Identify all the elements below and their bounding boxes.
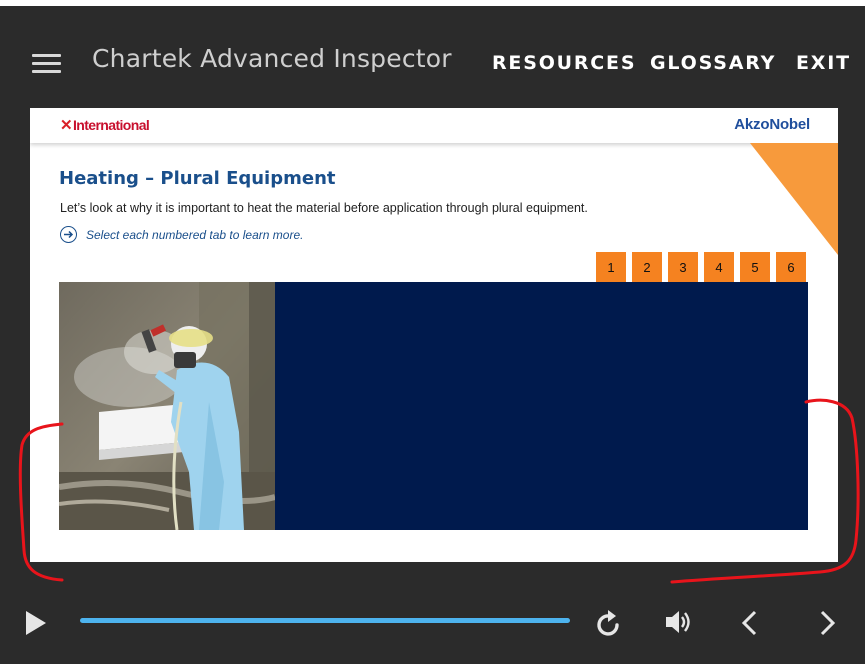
instruction: Select each numbered tab to learn more. (60, 226, 303, 243)
worker-spraying-photo (59, 282, 275, 530)
slide-description: Let’s look at why it is important to hea… (60, 201, 588, 215)
corner-decoration (750, 143, 838, 255)
tab-1[interactable]: 1 (596, 252, 626, 282)
slide-header: ✕International AkzoNobel (30, 108, 838, 143)
exit-link[interactable]: EXIT (796, 52, 851, 74)
tab-3[interactable]: 3 (668, 252, 698, 282)
slide-title: Heating – Plural Equipment (59, 168, 336, 189)
numbered-tabs: 1 2 3 4 5 6 (596, 252, 806, 282)
menu-icon[interactable] (32, 54, 62, 74)
international-logo: ✕International (60, 117, 150, 134)
tab-6[interactable]: 6 (776, 252, 806, 282)
instruction-text: Select each numbered tab to learn more. (86, 227, 304, 242)
previous-icon[interactable] (739, 609, 759, 642)
replay-icon[interactable] (596, 609, 622, 642)
tab-2[interactable]: 2 (632, 252, 662, 282)
resources-link[interactable]: RESOURCES (492, 52, 636, 74)
tab-5[interactable]: 5 (740, 252, 770, 282)
next-icon[interactable] (818, 609, 838, 642)
play-icon[interactable] (24, 610, 48, 641)
tab-4[interactable]: 4 (704, 252, 734, 282)
volume-icon[interactable] (664, 609, 692, 640)
progress-bar[interactable] (80, 618, 570, 623)
glossary-link[interactable]: GLOSSARY (650, 52, 776, 74)
akzonobel-logo: AkzoNobel (734, 116, 810, 133)
slide: ✕International AkzoNobel Heating – Plura… (30, 108, 838, 562)
app-title: Chartek Advanced Inspector (92, 44, 452, 73)
top-bar: Chartek Advanced Inspector RESOURCES GLO… (0, 6, 865, 114)
content-panel (275, 282, 808, 530)
arrow-right-circle-icon (60, 226, 77, 243)
